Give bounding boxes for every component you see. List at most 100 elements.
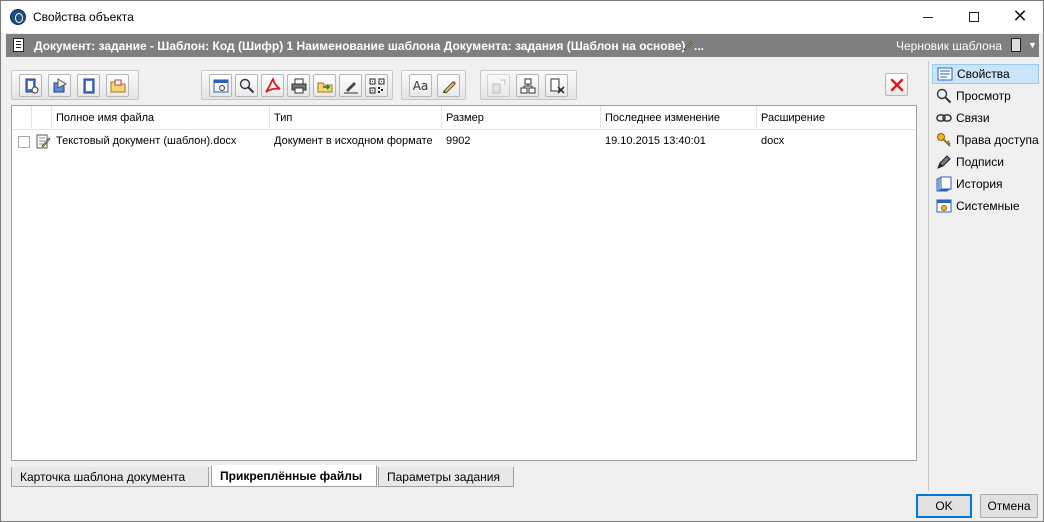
export-button[interactable] xyxy=(313,74,336,97)
edit-button[interactable] xyxy=(437,74,460,97)
nav-item-label: Свойства xyxy=(957,67,1010,81)
nav-item-system[interactable]: Системные xyxy=(932,196,1039,216)
nav-item-signatures[interactable]: Подписи xyxy=(932,152,1039,172)
nav-item-history[interactable]: История xyxy=(932,174,1039,194)
toolbar-group-view xyxy=(201,70,393,100)
nav-item-access-rights[interactable]: Права доступа xyxy=(932,130,1039,150)
import-files-button[interactable] xyxy=(48,74,71,97)
preview-button[interactable] xyxy=(209,74,232,97)
search-icon xyxy=(239,78,254,93)
properties-icon xyxy=(937,67,953,81)
modified-date-cell: 19.10.2015 13:40:01 xyxy=(605,135,706,147)
toolbar-group-structure xyxy=(480,70,577,100)
header-icon-col xyxy=(32,106,52,130)
minimize-button[interactable] xyxy=(905,1,951,33)
table-row[interactable]: Текстовый документ (шаблон).docx Докумен… xyxy=(12,130,916,152)
minimize-icon xyxy=(923,16,933,18)
open-file-icon xyxy=(83,78,94,93)
tab-attached-files[interactable]: Прикреплённые файлы xyxy=(211,465,377,487)
link-object-icon xyxy=(492,79,505,93)
window-title: Свойства объекта xyxy=(33,10,134,24)
pen-icon xyxy=(937,155,951,169)
pdf-button[interactable] xyxy=(261,74,284,97)
maximize-icon xyxy=(969,12,979,22)
system-icon xyxy=(936,199,952,213)
document-header-bar: Документ: задание - Шаблон: Код (Шифр) 1… xyxy=(6,34,1039,57)
text-document-icon xyxy=(36,134,51,149)
sign-button[interactable] xyxy=(339,74,362,97)
font-label: Aa xyxy=(412,78,429,93)
pencil-icon xyxy=(442,80,456,94)
status-book-icon[interactable] xyxy=(1011,38,1021,52)
add-file-icon xyxy=(25,78,38,93)
remove-link-icon xyxy=(550,78,565,94)
pdf-icon xyxy=(264,77,281,93)
column-header[interactable]: Полное имя файла xyxy=(52,106,270,130)
folder-icon xyxy=(110,79,125,92)
extension-cell: docx xyxy=(761,135,785,147)
folder-button[interactable] xyxy=(106,74,129,97)
column-header[interactable]: Размер xyxy=(442,106,601,130)
right-navigation: Свойства Просмотр Связи Права доступа По… xyxy=(928,61,1040,491)
import-files-icon xyxy=(53,77,67,92)
remove-link-button[interactable] xyxy=(545,74,568,97)
column-header[interactable]: Тип xyxy=(270,106,442,130)
tab-task-parameters[interactable]: Параметры задания xyxy=(378,467,514,487)
document-title: Документ: задание - Шаблон: Код (Шифр) 1… xyxy=(34,39,686,53)
nav-item-links[interactable]: Связи xyxy=(932,108,1039,128)
nav-item-properties[interactable]: Свойства xyxy=(932,64,1039,84)
signature-pen-icon xyxy=(343,81,358,93)
close-window-button[interactable]: ✕ xyxy=(997,1,1043,33)
file-name-cell: Текстовый документ (шаблон).docx xyxy=(56,135,237,147)
preview-window-icon xyxy=(213,79,228,92)
nav-item-label: Системные xyxy=(956,199,1020,213)
history-icon xyxy=(936,176,952,192)
nav-item-preview[interactable]: Просмотр xyxy=(932,86,1039,106)
file-type-cell: Документ в исходном формате xyxy=(274,135,433,147)
toolbar-group-format: Aa xyxy=(401,70,466,100)
nav-item-label: Связи xyxy=(956,111,990,125)
status-dropdown-icon[interactable]: ▼ xyxy=(1028,40,1037,50)
delete-button[interactable] xyxy=(885,73,908,96)
title-ellipsis: ... xyxy=(694,39,705,53)
row-checkbox[interactable] xyxy=(18,136,30,148)
key-icon xyxy=(937,133,951,147)
hierarchy-icon xyxy=(520,78,535,93)
app-logo-icon xyxy=(10,9,26,25)
add-file-button[interactable] xyxy=(19,74,42,97)
link-icon xyxy=(936,114,952,122)
document-icon xyxy=(13,38,24,52)
nav-item-label: Просмотр xyxy=(956,89,1011,103)
link-object-button[interactable] xyxy=(487,74,510,97)
close-icon: ✕ xyxy=(1012,6,1028,27)
nav-item-label: Права доступа xyxy=(956,133,1039,147)
qr-code-icon xyxy=(369,78,384,93)
table-header: Полное имя файла Тип Размер Последнее из… xyxy=(12,106,916,130)
edit-pencil-icon xyxy=(683,41,693,51)
maximize-button[interactable] xyxy=(951,1,997,33)
column-header[interactable]: Последнее изменение xyxy=(601,106,757,130)
qr-code-button[interactable] xyxy=(365,74,388,97)
open-file-button[interactable] xyxy=(77,74,100,97)
printer-icon xyxy=(291,78,306,93)
nav-item-label: История xyxy=(956,177,1003,191)
ok-button[interactable]: OK xyxy=(916,494,972,518)
magnifier-icon xyxy=(936,88,952,104)
status-label: Черновик шаблона xyxy=(896,39,1003,53)
cancel-button[interactable]: Отмена xyxy=(980,494,1038,518)
properties-window: Свойства объекта ✕ Документ: задание - Ш… xyxy=(0,0,1044,522)
tab-template-card[interactable]: Карточка шаблона документа xyxy=(11,467,209,487)
header-checkbox-col xyxy=(12,106,32,130)
attached-files-table: Полное имя файла Тип Размер Последнее из… xyxy=(11,105,917,461)
file-size-cell: 9902 xyxy=(446,135,471,147)
search-button[interactable] xyxy=(235,74,258,97)
delete-x-icon xyxy=(890,78,903,91)
font-button[interactable]: Aa xyxy=(409,74,432,97)
hierarchy-button[interactable] xyxy=(516,74,539,97)
nav-item-label: Подписи xyxy=(956,155,1004,169)
column-header[interactable]: Расширение xyxy=(757,106,916,130)
title-bar: Свойства объекта ✕ xyxy=(1,1,1043,33)
print-button[interactable] xyxy=(287,74,310,97)
export-icon xyxy=(317,82,332,92)
toolbar-group-files xyxy=(11,70,139,100)
